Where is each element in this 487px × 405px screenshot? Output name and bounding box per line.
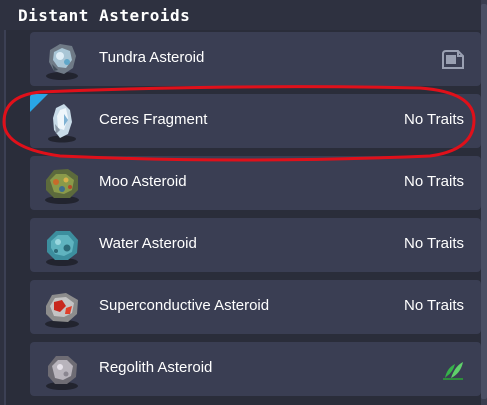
annotation-circle (2, 85, 476, 162)
asteroid-name: Superconductive Asteroid (99, 297, 270, 314)
asteroid-traits: No Traits (403, 297, 464, 314)
scrollbar-thumb[interactable] (481, 4, 487, 399)
scrollbar[interactable] (481, 0, 487, 405)
tundra-asteroid-icon (46, 44, 78, 80)
panel-title: Distant Asteroids (18, 6, 191, 25)
moo-asteroid-icon (45, 169, 79, 204)
asteroid-name: Moo Asteroid (99, 173, 187, 190)
rocket-launch-icon (442, 50, 464, 69)
asteroid-row-water[interactable]: Water Asteroid No Traits (30, 218, 481, 272)
asteroid-traits: No Traits (403, 173, 464, 190)
asteroid-row-regolith[interactable]: Regolith Asteroid (30, 342, 481, 396)
plant-icon (443, 362, 463, 380)
asteroid-name: Water Asteroid (99, 235, 197, 252)
asteroid-row-moo[interactable]: Moo Asteroid No Traits (30, 156, 481, 210)
superconductive-asteroid-icon (45, 293, 79, 328)
panel-header: Distant Asteroids (0, 0, 487, 32)
asteroid-row-superconductive[interactable]: Superconductive Asteroid No Traits (30, 280, 481, 334)
water-asteroid-icon (46, 231, 78, 266)
asteroid-name: Regolith Asteroid (99, 359, 213, 376)
asteroid-traits: No Traits (403, 235, 464, 252)
asteroid-row-tundra[interactable]: Tundra Asteroid (30, 32, 481, 86)
asteroid-name: Tundra Asteroid (99, 49, 205, 66)
regolith-asteroid-icon (46, 356, 78, 390)
